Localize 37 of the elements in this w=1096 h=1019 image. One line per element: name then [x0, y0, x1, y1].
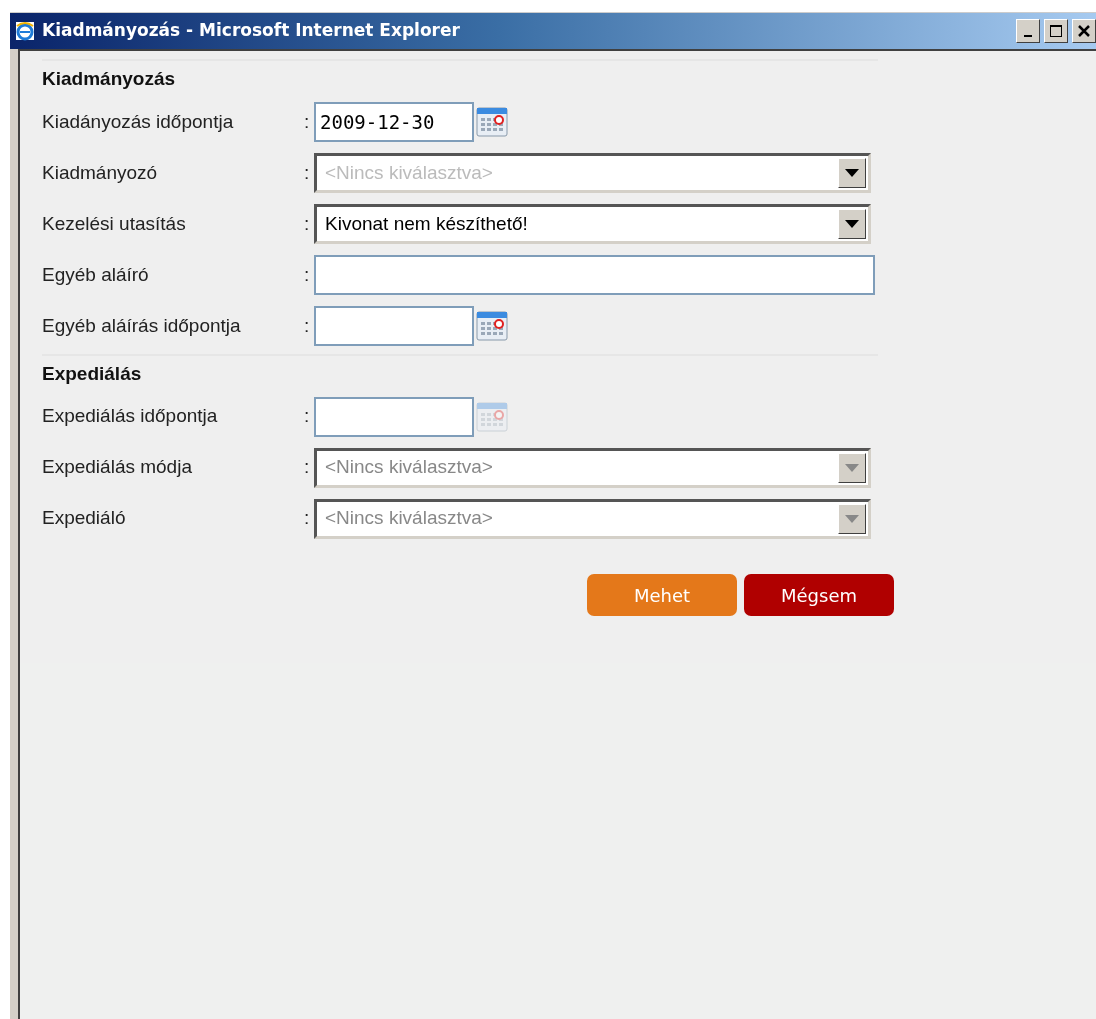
text-field[interactable] — [314, 255, 875, 295]
field-label: Egyéb aláíró — [42, 262, 150, 287]
field-label: Expediálás módja — [42, 455, 193, 480]
colon-mark: : — [304, 262, 311, 287]
colon-mark: : — [304, 404, 311, 429]
colon-mark: : — [304, 160, 311, 185]
date-field[interactable]: 2009-12-30 — [314, 102, 474, 142]
caret-icon[interactable] — [838, 158, 866, 188]
colon-mark: : — [304, 506, 311, 531]
dropdown-field[interactable]: <Nincs kiválasztva> — [314, 153, 871, 193]
date-field[interactable] — [314, 306, 474, 346]
submit-button[interactable]: Mehet — [587, 574, 737, 616]
colon-mark: : — [304, 211, 311, 236]
cancel-button[interactable]: Mégsem — [744, 574, 894, 616]
field-label: Expediálás időpontja — [42, 404, 219, 429]
field-label: Kiadányozás időpontja — [42, 109, 235, 134]
section-title: Kiadmányozás — [42, 67, 177, 91]
minimize-button[interactable] — [1016, 19, 1040, 43]
close-button[interactable] — [1072, 19, 1096, 43]
field-label: Egyéb aláírás időpontja — [42, 313, 242, 338]
field-label: Kezelési utasítás — [42, 211, 187, 236]
window-title: Kiadmányozás - Microsoft Internet Explorer — [42, 19, 460, 43]
maximize-icon — [1049, 24, 1063, 38]
minimize-icon — [1024, 35, 1032, 37]
colon-mark: : — [304, 455, 311, 480]
colon-mark: : — [304, 109, 311, 134]
calendar-icon[interactable] — [476, 106, 508, 138]
field-label: Kiadmányozó — [42, 160, 159, 185]
calendar-icon[interactable] — [476, 310, 508, 342]
maximize-button[interactable] — [1044, 19, 1068, 43]
field-label: Expediáló — [42, 506, 127, 531]
caret-icon[interactable] — [838, 209, 866, 239]
dropdown-field[interactable]: Kivonat nem készíthető! — [314, 204, 871, 244]
colon-mark: : — [304, 313, 311, 338]
close-icon — [1077, 24, 1091, 38]
section-title: Expediálás — [42, 361, 143, 386]
browser-icon — [14, 20, 36, 42]
